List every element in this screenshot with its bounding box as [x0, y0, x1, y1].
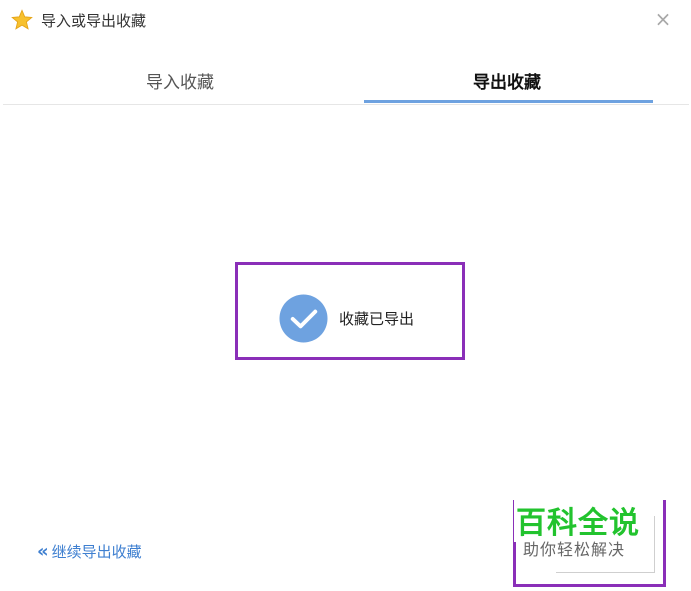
double-chevron-left-icon: « [37, 541, 49, 562]
watermark-subtitle: 助你轻松解决 [523, 536, 626, 560]
title-bar: 导入或导出收藏 × [0, 0, 691, 40]
tab-bar: 导入收藏 导出收藏 [3, 60, 689, 105]
active-tab-indicator [364, 100, 653, 103]
tab-import-bookmarks[interactable]: 导入收藏 [146, 68, 214, 93]
close-button[interactable]: × [653, 8, 673, 30]
star-icon [11, 9, 33, 30]
continue-export-label: 继续导出收藏 [51, 543, 142, 561]
export-status-panel: 收藏已导出 [235, 262, 465, 360]
continue-export-link[interactable]: «继续导出收藏 [37, 541, 142, 562]
tab-export-bookmarks[interactable]: 导出收藏 [473, 68, 541, 93]
window-title: 导入或导出收藏 [41, 12, 147, 30]
close-icon: × [654, 7, 672, 31]
check-circle-icon [279, 294, 328, 343]
status-message: 收藏已导出 [339, 310, 415, 328]
